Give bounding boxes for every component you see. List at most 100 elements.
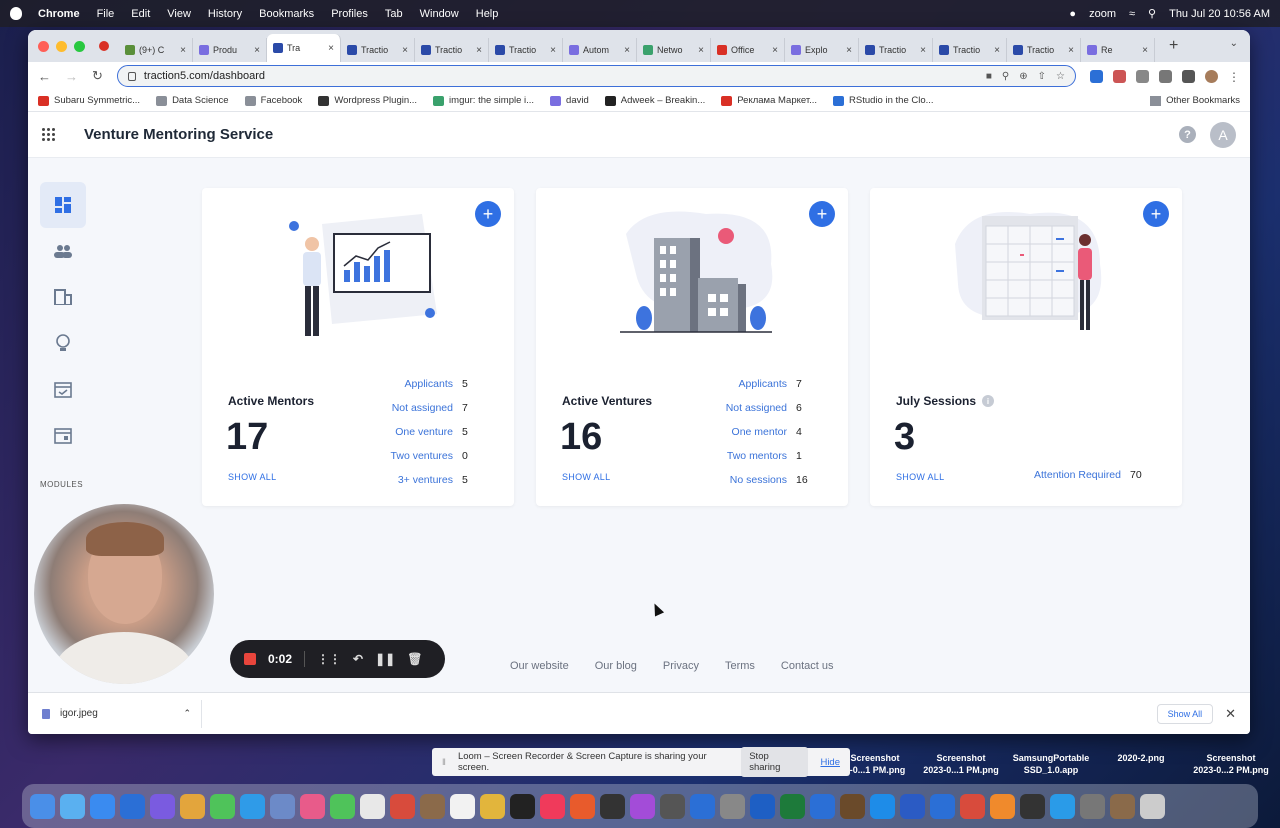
menu-view[interactable]: View <box>167 8 191 20</box>
menu-profiles[interactable]: Profiles <box>331 8 368 20</box>
bookmark-item[interactable]: Facebook <box>244 95 303 106</box>
menu-edit[interactable]: Edit <box>131 8 150 20</box>
maximize-window-button[interactable] <box>74 40 85 52</box>
menu-help[interactable]: Help <box>476 8 499 20</box>
sidebar-item-ideas[interactable] <box>40 320 86 366</box>
desktop-file[interactable]: 2020-2.png <box>1106 752 1176 764</box>
dock-app-icon[interactable] <box>30 793 55 819</box>
browser-tab[interactable]: Autom × <box>563 38 637 62</box>
other-bookmarks-label[interactable]: Other Bookmarks <box>1166 95 1240 106</box>
bookmark-label[interactable]: Adweek – Breakin... <box>621 95 706 106</box>
browser-tab[interactable]: Office × <box>711 38 785 62</box>
menu-chrome[interactable]: Chrome <box>38 8 80 20</box>
tab-title[interactable]: Tractio <box>361 45 388 55</box>
download-filename[interactable]: igor.jpeg <box>60 708 98 719</box>
stat-link[interactable]: Two ventures <box>391 450 453 462</box>
stat-link[interactable]: Applicants <box>405 378 453 390</box>
tab-title[interactable]: Tractio <box>953 45 980 55</box>
browser-tab[interactable]: Tractio × <box>489 38 563 62</box>
more-menu-icon[interactable]: ⋮ <box>1228 70 1240 84</box>
reading-list-icon[interactable] <box>1159 69 1172 83</box>
stat-link[interactable]: Not assigned <box>392 402 453 414</box>
add-mentor-button[interactable]: + <box>475 201 501 227</box>
dock-app-icon[interactable] <box>390 793 415 819</box>
bookmark-label[interactable]: Facebook <box>261 95 303 106</box>
other-bookmarks[interactable]: Other Bookmarks <box>1150 95 1240 106</box>
bookmark-label[interactable]: Subaru Symmetric... <box>54 95 140 106</box>
footer-link-contact[interactable]: Contact us <box>781 660 834 672</box>
new-tab-button[interactable]: + <box>1169 37 1178 55</box>
undo-icon[interactable]: ↶ <box>353 652 363 666</box>
close-icon[interactable]: ✕ <box>1225 706 1236 722</box>
menu-window[interactable]: Window <box>420 8 459 20</box>
dock-app-icon[interactable] <box>660 793 685 819</box>
hide-banner-link[interactable]: Hide <box>820 757 840 768</box>
dock-app-icon[interactable] <box>810 793 835 819</box>
dock-app-icon[interactable] <box>210 793 235 819</box>
browser-tab[interactable]: Tractio × <box>1007 38 1081 62</box>
stat-link[interactable]: Applicants <box>739 378 787 390</box>
footer-link-blog[interactable]: Our blog <box>595 660 637 672</box>
stop-recording-button[interactable] <box>244 653 256 665</box>
stop-sharing-button[interactable]: Stop sharing <box>741 747 809 777</box>
show-all-sessions-link[interactable]: SHOW ALL <box>896 472 944 482</box>
bookmark-label[interactable]: david <box>566 95 589 106</box>
url-text[interactable]: traction5.com/dashboard <box>144 70 265 82</box>
bookmark-item[interactable]: RStudio in the Clo... <box>833 95 934 106</box>
dock-app-icon[interactable] <box>630 793 655 819</box>
desktop-file[interactable]: SamsungPortable SSD_1.0.app <box>1008 752 1094 776</box>
menu-file[interactable]: File <box>97 8 115 20</box>
dock-app-icon[interactable] <box>270 793 295 819</box>
bookmark-item[interactable]: Реклама Маркет... <box>721 95 817 106</box>
browser-tab[interactable]: Tractio × <box>859 38 933 62</box>
bookmark-label[interactable]: Реклама Маркет... <box>737 95 817 106</box>
drag-handle-icon[interactable]: ⋮⋮ <box>317 652 341 666</box>
close-tab-icon[interactable]: × <box>624 45 630 56</box>
sidebar-item-people[interactable] <box>40 228 86 274</box>
reload-icon[interactable]: ↻ <box>92 68 103 84</box>
dock-app-icon[interactable] <box>120 793 145 819</box>
bookmark-item[interactable]: Subaru Symmetric... <box>38 95 140 106</box>
menu-bookmarks[interactable]: Bookmarks <box>259 8 314 20</box>
stat-link[interactable]: One mentor <box>732 426 787 438</box>
tab-title[interactable]: Tractio <box>1027 45 1054 55</box>
dock-app-icon[interactable] <box>360 793 385 819</box>
help-icon[interactable]: ? <box>1179 126 1196 143</box>
dock-app-icon[interactable] <box>540 793 565 819</box>
dock-app-icon[interactable] <box>60 793 85 819</box>
dock-app-icon[interactable] <box>960 793 985 819</box>
tab-title[interactable]: Tra <box>287 43 300 53</box>
menu-tab[interactable]: Tab <box>385 8 403 20</box>
stat-link[interactable]: Attention Required <box>1034 469 1121 481</box>
desktop-file[interactable]: Screenshot 3-0...1 PM.png <box>840 752 910 776</box>
dock-app-icon[interactable] <box>420 793 445 819</box>
dock-app-icon[interactable] <box>150 793 175 819</box>
bookmark-item[interactable]: Adweek – Breakin... <box>604 95 706 106</box>
bookmark-label[interactable]: imgur: the simple i... <box>449 95 534 106</box>
browser-tab[interactable]: (9+) C × <box>119 38 193 62</box>
close-window-button[interactable] <box>38 40 49 52</box>
info-icon[interactable]: i <box>982 395 995 407</box>
dock-app-icon[interactable] <box>870 793 895 819</box>
share-icon[interactable]: ⇧ <box>1038 71 1046 82</box>
close-tab-icon[interactable]: × <box>698 45 704 56</box>
zoom-icon[interactable]: ⊕ <box>1019 71 1027 82</box>
dock-app-icon[interactable] <box>510 793 535 819</box>
dock-app-icon[interactable] <box>300 793 325 819</box>
footer-link-website[interactable]: Our website <box>510 660 569 672</box>
apps-grid-icon[interactable] <box>42 127 56 142</box>
close-tab-icon[interactable]: × <box>476 45 482 56</box>
footer-link-terms[interactable]: Terms <box>725 660 755 672</box>
dock-app-icon[interactable] <box>330 793 355 819</box>
desktop-file[interactable]: Screenshot 2023-0...2 PM.png <box>1186 752 1276 776</box>
lock-icon[interactable] <box>127 71 136 81</box>
show-all-mentors-link[interactable]: SHOW ALL <box>228 472 276 482</box>
tab-title[interactable]: Produ <box>213 45 237 55</box>
back-arrow-icon[interactable]: ← <box>38 69 51 84</box>
browser-tab[interactable]: Tractio × <box>415 38 489 62</box>
dock-app-icon[interactable] <box>690 793 715 819</box>
sidebar-item-dashboard[interactable] <box>40 182 86 228</box>
close-tab-icon[interactable]: × <box>180 45 186 56</box>
stat-link[interactable]: Not assigned <box>726 402 787 414</box>
tab-search-chevron-icon[interactable]: ⌄ <box>1230 38 1238 49</box>
